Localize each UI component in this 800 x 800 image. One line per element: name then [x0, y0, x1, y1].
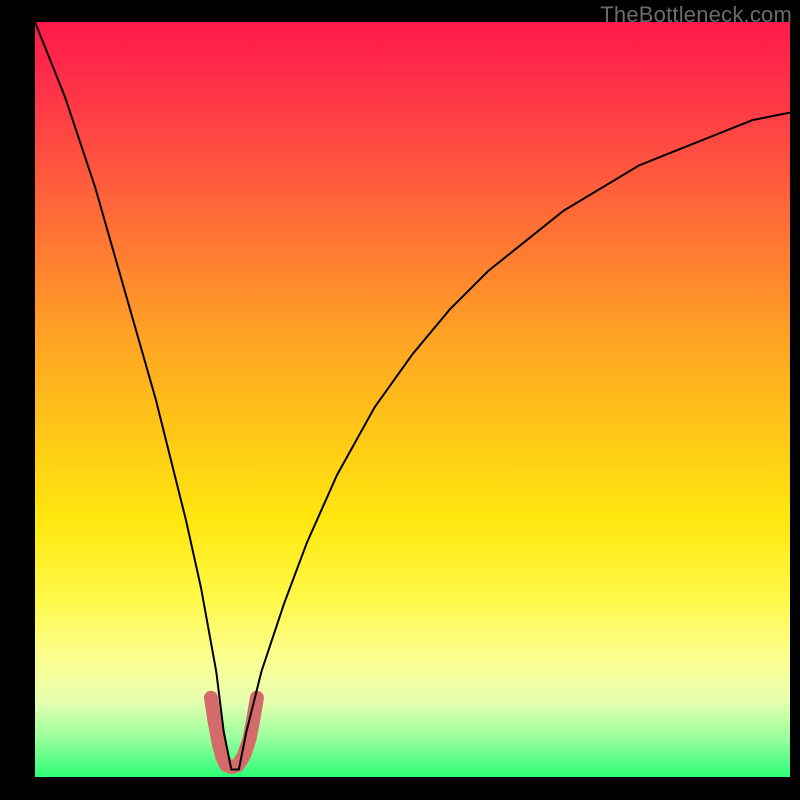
watermark-text: TheBottleneck.com	[600, 2, 792, 28]
sweet-spot-u	[211, 698, 257, 767]
chart-frame: TheBottleneck.com	[0, 0, 800, 800]
plot-area	[35, 22, 790, 777]
bottleneck-curve	[35, 22, 790, 769]
curve-svg	[35, 22, 790, 777]
